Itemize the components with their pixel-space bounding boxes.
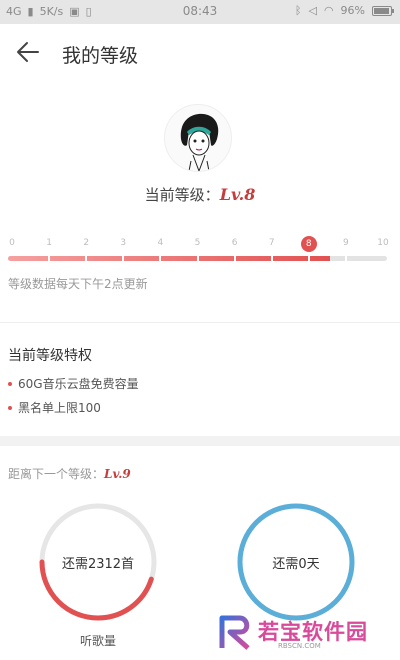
watermark-subtext: RBSCN.COM (278, 642, 321, 650)
progress-segment-gap (159, 256, 162, 261)
current-level: 当前等级：Lv.8 (0, 184, 400, 205)
level-tick: 9 (343, 238, 349, 248)
privilege-item: 60G音乐云盘免费容量 (8, 375, 139, 392)
level-ticks: 0 1 2 3 4 5 6 7 8 9 10 (0, 236, 400, 256)
section-separator (0, 436, 400, 446)
listening-label: 听歌量 (79, 634, 116, 648)
listening-remaining: 还需2312首 (61, 557, 135, 572)
bluetooth-icon: ᛒ (294, 4, 302, 17)
days-gauge: 还需0天 (234, 500, 358, 624)
status-bar: 4G ▮ 5K/s ▣ ▯ 08:43 ᛒ ◁ ◠ 96% (0, 0, 400, 24)
days-remaining: 还需0天 (272, 557, 320, 572)
level-tick-current: 8 (300, 236, 317, 252)
next-level-badge: Lv.9 (104, 467, 131, 481)
avatar[interactable] (164, 104, 232, 172)
battery-percent: 96% (340, 4, 365, 17)
level-tick: 0 (9, 238, 15, 248)
mute-icon: ◁ (308, 4, 317, 17)
progress-segment-gap (85, 256, 88, 261)
privileges-title: 当前等级特权 (8, 348, 92, 364)
divider (0, 322, 400, 323)
next-level-label: 距离下一个等级： (8, 467, 105, 481)
privilege-item: 黑名单上限100 (8, 399, 101, 416)
listening-gauge: 还需2312首 听歌量 (36, 500, 160, 650)
progress-segment-gap (48, 256, 51, 261)
next-level: 距离下一个等级：Lv.9 (8, 465, 131, 482)
bullet-icon (8, 405, 12, 410)
privilege-text: 60G音乐云盘免费容量 (18, 377, 139, 391)
progress-segment-gap (344, 256, 347, 261)
privilege-text: 黑名单上限100 (18, 401, 101, 415)
battery-icon (372, 5, 394, 16)
level-tick: 10 (377, 238, 389, 248)
progress-segment-gap (307, 256, 310, 261)
progress-segment-gap (233, 256, 236, 261)
level-progress-segments (8, 256, 387, 261)
avatar-illustration (180, 113, 219, 171)
level-tick: 3 (120, 238, 127, 248)
wifi-icon: ◠ (323, 4, 334, 17)
level-tick: 6 (231, 238, 238, 248)
page-title: 我的等级 (62, 45, 139, 67)
current-level-label: 当前等级： (144, 186, 220, 204)
back-arrow-icon[interactable] (14, 38, 42, 66)
watermark: 若宝软件园 RBSCN.COM (216, 612, 396, 656)
update-note: 等级数据每天下午2点更新 (8, 277, 148, 291)
level-tick: 5 (194, 238, 201, 248)
current-level-badge: Lv.8 (219, 185, 256, 204)
bullet-icon (8, 381, 12, 386)
level-tick: 4 (157, 238, 164, 248)
progress-segment-gap (196, 256, 199, 261)
level-tick: 2 (83, 238, 90, 248)
level-tick: 7 (268, 238, 275, 248)
progress-segment-gap (122, 256, 125, 261)
watermark-logo (219, 615, 250, 650)
progress-segment-gap (270, 256, 273, 261)
app-header: 我的等级 (0, 24, 400, 80)
level-tick: 1 (46, 238, 52, 248)
